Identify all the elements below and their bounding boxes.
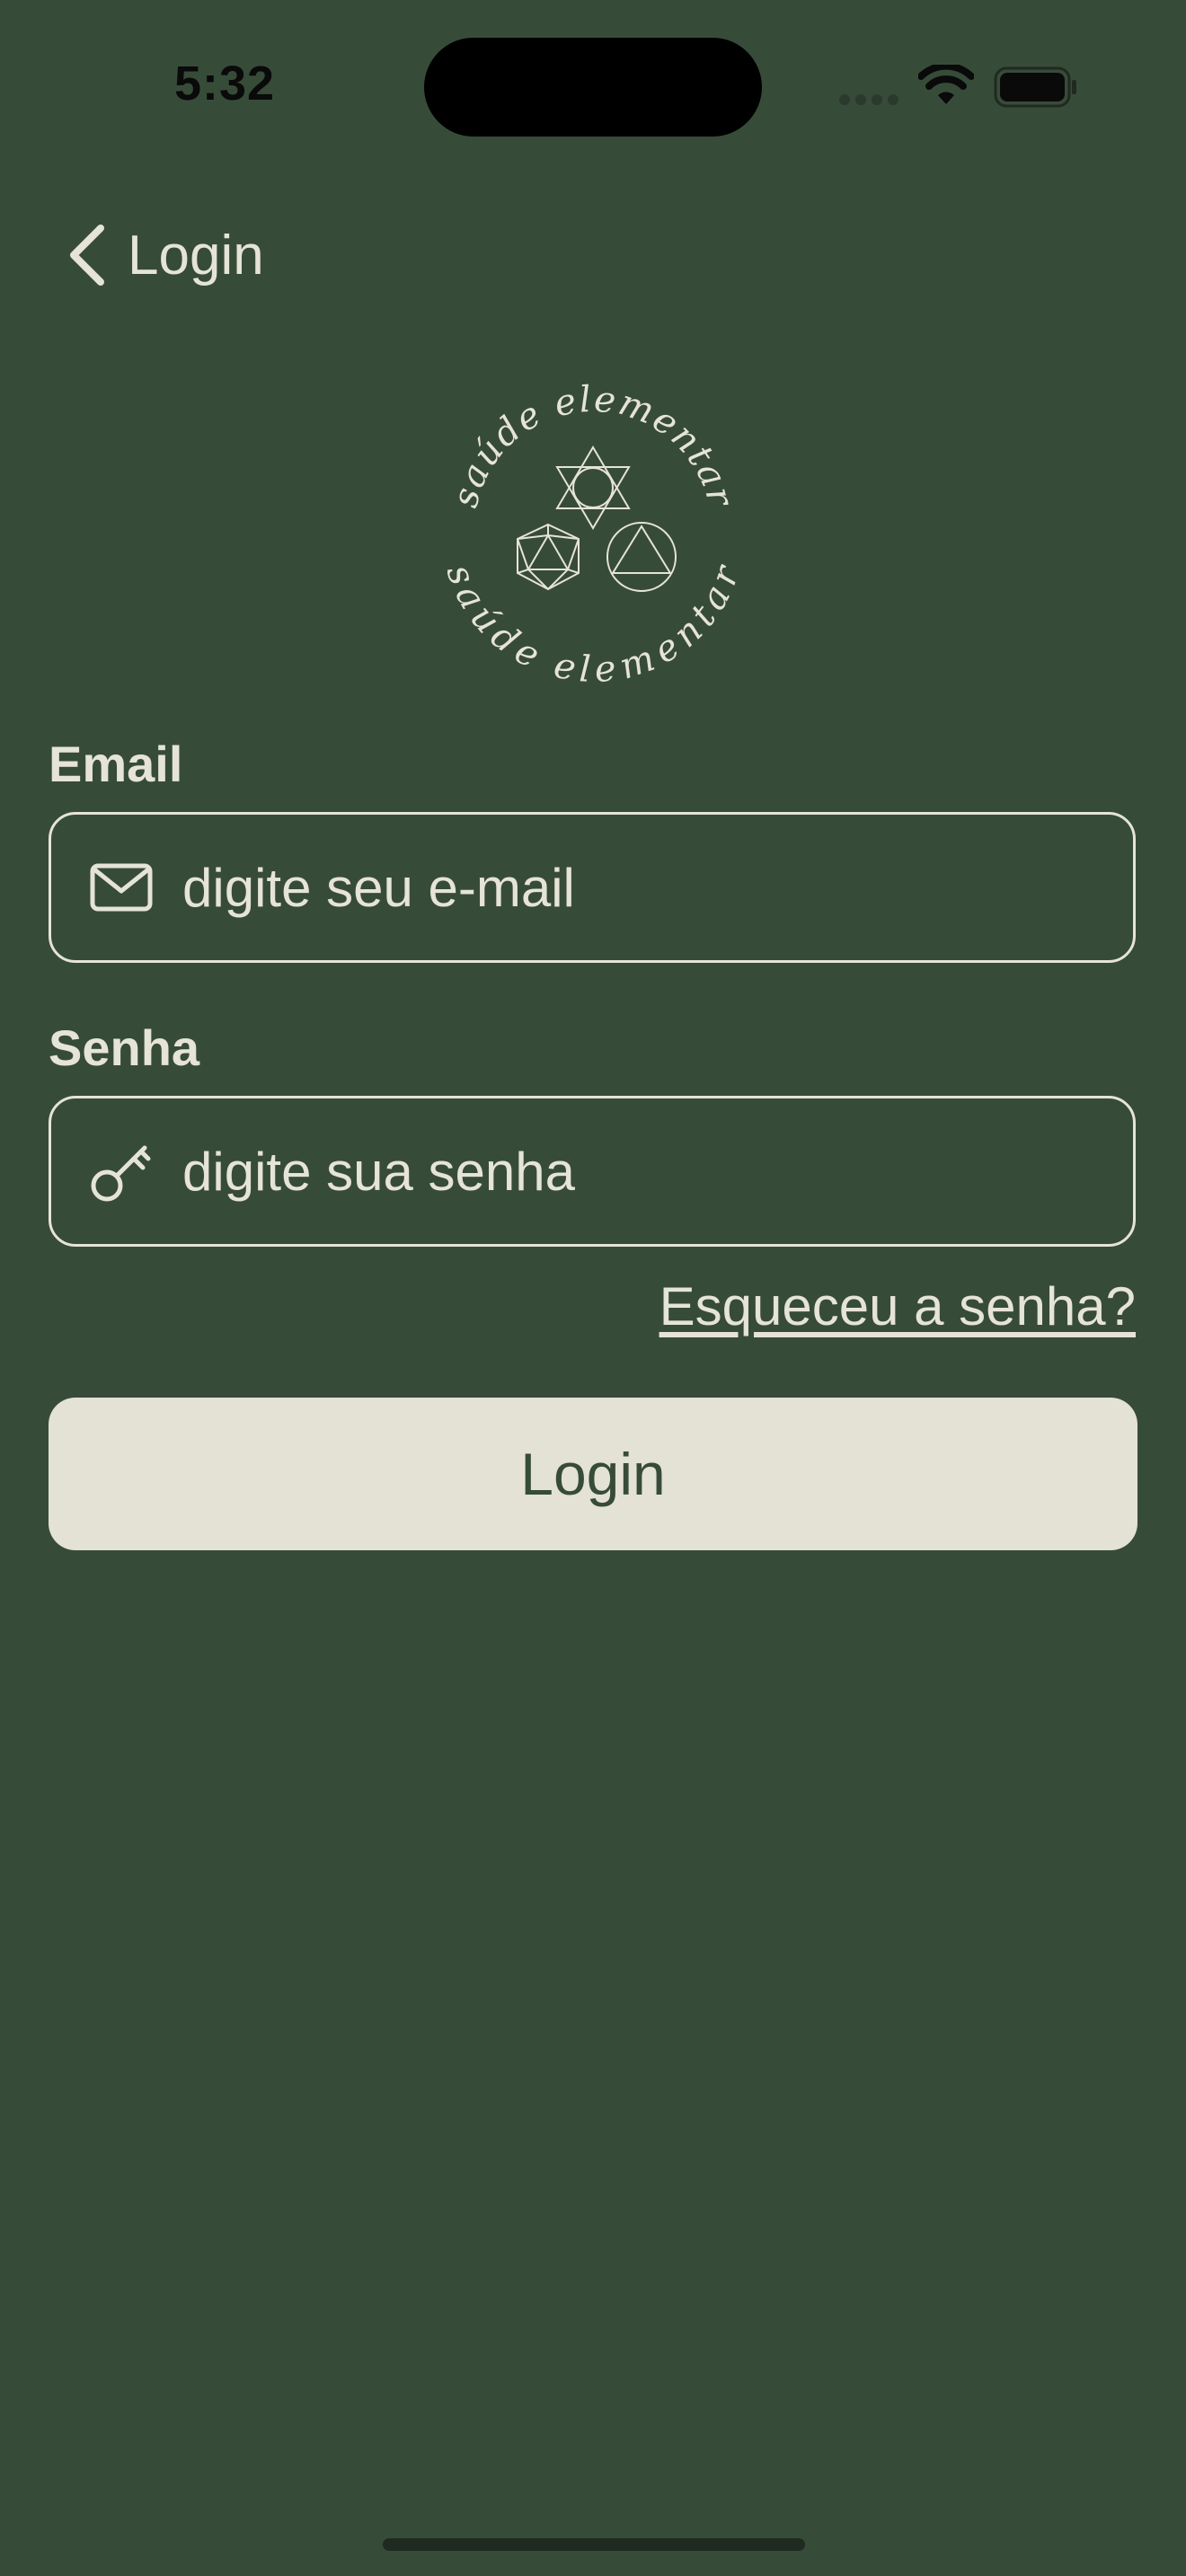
password-input[interactable]	[182, 1140, 1133, 1203]
email-field-container[interactable]	[49, 812, 1136, 963]
dynamic-island	[424, 38, 762, 137]
password-field-container[interactable]	[49, 1096, 1136, 1247]
envelope-icon	[90, 863, 153, 912]
chevron-left-icon	[70, 225, 104, 286]
status-bar-time: 5:32	[174, 57, 276, 110]
svg-text:saúde elementar: saúde elementar	[445, 379, 742, 513]
forgot-password-link[interactable]: Esqueceu a senha?	[659, 1275, 1136, 1337]
login-button[interactable]: Login	[49, 1398, 1137, 1550]
back-button-label: Login	[128, 224, 264, 287]
email-label: Email	[49, 736, 183, 792]
svg-text:saúde elementar: saúde elementar	[440, 559, 746, 683]
back-button[interactable]: Login	[65, 219, 264, 291]
key-icon	[91, 1145, 151, 1202]
email-input[interactable]	[182, 856, 1133, 919]
battery-icon	[994, 66, 1076, 108]
wifi-icon	[918, 65, 974, 104]
logo-top-text: saúde elementar	[445, 379, 740, 513]
password-label: Senha	[49, 1019, 200, 1076]
saude-elementar-logo: saúde elementar saúde elementar	[440, 379, 746, 683]
signal-dots-icon	[839, 93, 904, 110]
home-indicator	[383, 2538, 805, 2551]
logo-bottom-text: saúde elementar	[440, 559, 746, 683]
